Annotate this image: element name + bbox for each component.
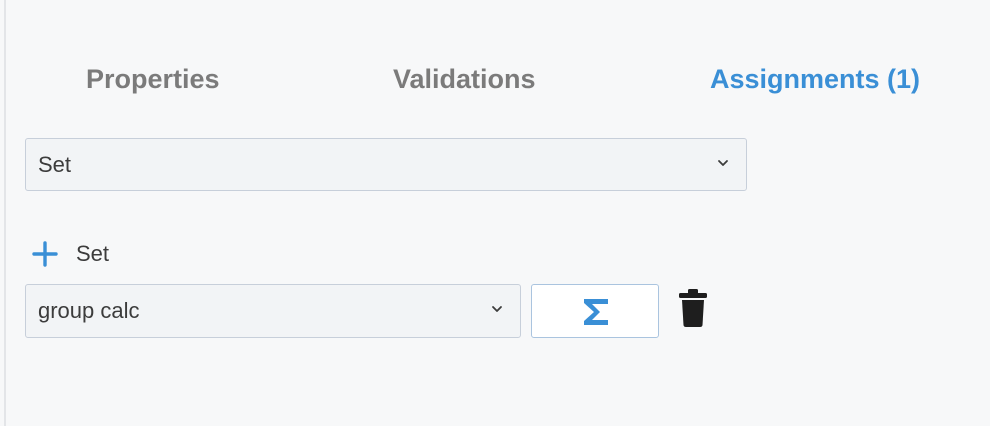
assignment-field-value: group calc (38, 298, 140, 323)
chevron-down-icon (718, 160, 728, 166)
tab-bar: Properties Validations Assignments (1) (0, 56, 990, 102)
add-set-label: Set (76, 241, 110, 266)
assignment-field-select[interactable]: group calc (25, 284, 521, 338)
tab-assignments[interactable]: Assignments (1) (710, 56, 920, 102)
add-set-button[interactable]: Set (32, 236, 109, 272)
plus-icon (32, 241, 58, 267)
chevron-down-icon (492, 306, 502, 312)
tab-validations[interactable]: Validations (393, 56, 536, 102)
trash-icon[interactable] (677, 288, 709, 328)
tab-properties[interactable]: Properties (86, 56, 220, 102)
formula-button[interactable] (531, 284, 659, 338)
sigma-icon (584, 299, 608, 325)
assignment-type-select[interactable]: Set (25, 138, 747, 191)
assignment-type-value: Set (38, 152, 72, 177)
